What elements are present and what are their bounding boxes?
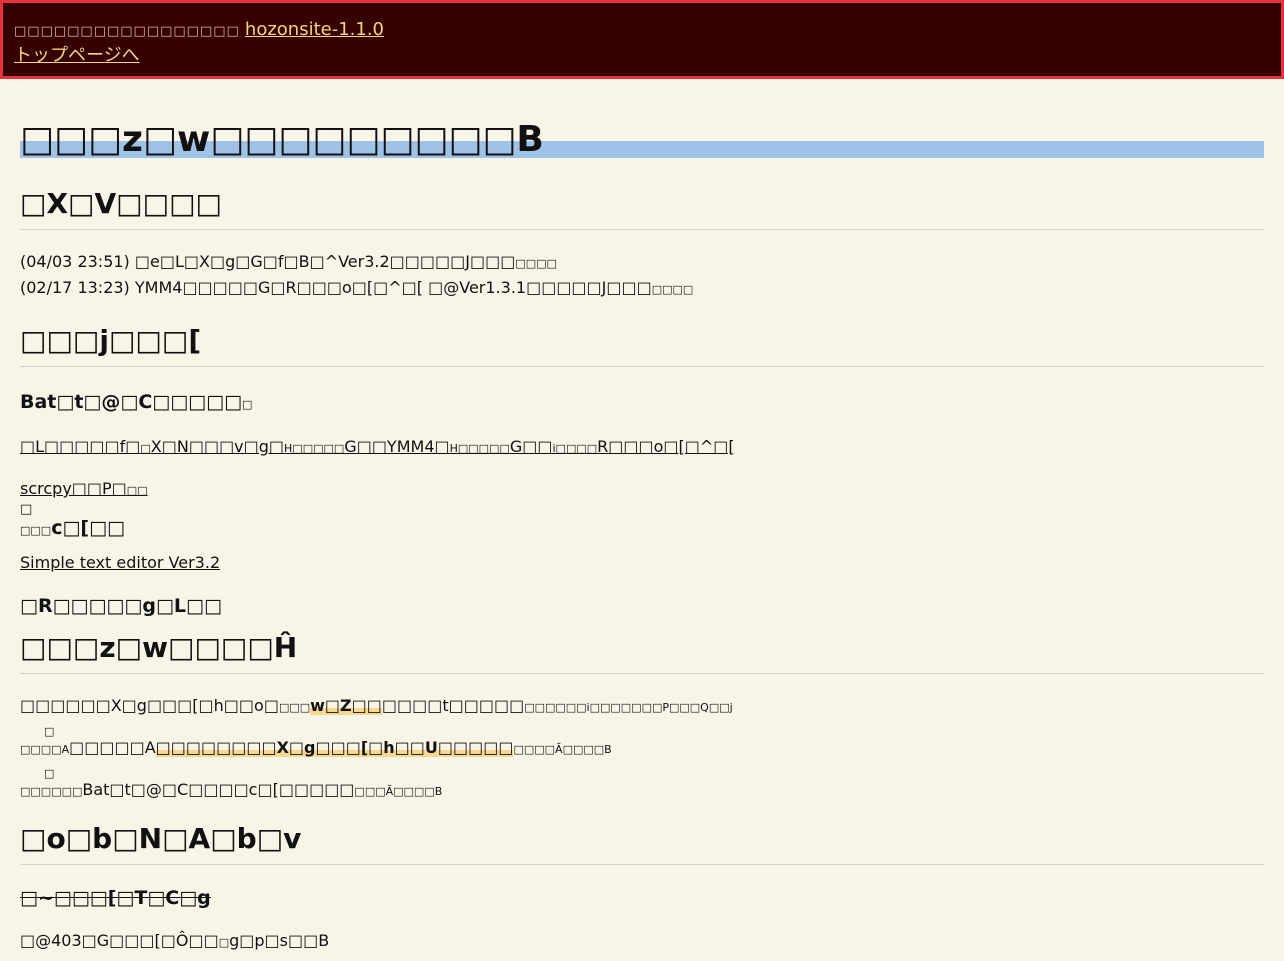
about-text: □□□□□A xyxy=(69,738,156,757)
tools-heading: □□□c□[□□ xyxy=(20,515,125,544)
bat-files-heading: Bat□t□@□C□□□□□□ xyxy=(20,389,1264,418)
about-text-small: □□□□A xyxy=(20,743,70,756)
contact-heading: □R□□□□□g□L□□ xyxy=(20,595,222,617)
about-text-small: □□□□□□P□□□Q□□j xyxy=(600,701,733,714)
highlighted-text: X□g□□□[□h□□U□□□□□ xyxy=(276,738,514,757)
link-text-small: H□□□□□ xyxy=(284,442,345,455)
highlighted-text: □□□□□□□□ xyxy=(155,738,277,757)
backup-note-text: □@403□G□□□[□Ô□□ xyxy=(20,931,219,950)
about-text-small: □□B xyxy=(583,743,612,756)
highlighted-text: w□Z□□ xyxy=(310,696,382,715)
about-line: □ □□□□□□Bat□t□@□C□□□□c□[□□□□□□□□Ă□□□□B xyxy=(20,768,1264,804)
simple-text-editor-link[interactable]: Simple text editor Ver3.2 xyxy=(20,553,220,572)
tools-heading-block: □ □□□c□[□□ xyxy=(20,503,1264,547)
link-text-small: H□□□□□ xyxy=(449,442,510,455)
link-text-small: i□□□□ xyxy=(552,442,598,455)
version-link[interactable]: hozonsite-1.1.0 xyxy=(245,19,384,40)
menu-heading: □□□j□□□[ xyxy=(20,322,1264,367)
bat-files-heading-text: Bat□t□@□C□□□□□ xyxy=(20,391,243,413)
about-text-small: □□□□□□i□ xyxy=(524,701,600,714)
backup-heading: □o□b□N□A□b□v xyxy=(20,820,1264,865)
youtube-scripts-link[interactable]: □L□□□□□f□□X□N□□□v□g□H□□□□□G□□YMM4□H□□□□□… xyxy=(20,437,735,456)
archive-notice: □□□□□□□□□□□□□□□□□ xyxy=(14,24,240,39)
news-item-text: (04/03 23:51) □e□L□X□g□G□f□B□^Ver3.2□□□□… xyxy=(20,252,516,271)
tools-heading-text: c□[□□ xyxy=(51,517,125,539)
link-text: G□□ xyxy=(509,437,553,456)
about-text-small: □□□□□□ xyxy=(20,785,83,798)
link-text-small: □ xyxy=(140,442,151,455)
about-line: □□□□□□X□g□□□[□h□□o□□□□w□Z□□□□□□t□□□□□□□□… xyxy=(20,694,1264,720)
news-list: (04/03 23:51) □e□L□X□g□G□f□B□^Ver3.2□□□□… xyxy=(20,250,1264,302)
menu-link-row: scrcpy□□P□□□ xyxy=(20,477,1264,503)
stray-glyph: □ xyxy=(44,725,55,738)
about-text: □□□□t□□□□□ xyxy=(381,696,525,715)
about-text-small: □□□ xyxy=(278,701,311,714)
news-item-tail: □□□□ xyxy=(515,257,557,270)
news-heading: □X□V□□□□ xyxy=(20,185,1264,230)
about-text-small: □□B xyxy=(413,785,443,798)
about-text: □□□□□□X□g□□□[□h□□o□ xyxy=(20,696,279,715)
news-item-tail: □□□□ xyxy=(651,283,694,296)
link-text-small: □□ xyxy=(126,484,148,497)
page-title-text: □□□z□w□□□□□□□□□B xyxy=(20,119,544,160)
bat-files-heading-tail: □ xyxy=(242,398,253,411)
link-text: G□□YMM4□ xyxy=(344,437,450,456)
backup-note-text: g□p□s□□B xyxy=(229,931,330,950)
tools-heading-small: □□□ xyxy=(20,524,52,537)
link-text: R□□□o□[□^□[ xyxy=(597,437,735,456)
mirror-site-heading: □~□□□[□T□C□g xyxy=(20,887,211,909)
about-line: □ □□□□A□□□□□A□□□□□□□□X□g□□□[□h□□U□□□□□□□… xyxy=(20,726,1264,762)
about-text-small: □□□Ă□□ xyxy=(354,785,414,798)
about-heading: □□□z□w□□□□Ĥ xyxy=(20,629,1264,674)
backup-note-small: □ xyxy=(218,936,230,949)
backup-note: □@403□G□□□[□Ô□□□g□p□s□□B xyxy=(20,929,1264,955)
page-title: □□□z□w□□□□□□□□□B xyxy=(20,117,1264,163)
site-banner: □□□□□□□□□□□□□□□□□ hozonsite-1.1.0 トップページ… xyxy=(0,0,1284,79)
scrcpy-link[interactable]: scrcpy□□P□□□ xyxy=(20,479,148,498)
link-text: □L□□□□□f□ xyxy=(20,437,141,456)
news-item: (02/17 13:23) YMM4□□□□□G□R□□□o□[□^□[ □@V… xyxy=(20,276,1264,302)
news-item: (04/03 23:51) □e□L□X□g□G□f□B□^Ver3.2□□□□… xyxy=(20,250,1264,276)
news-item-text: (02/17 13:23) YMM4□□□□□G□R□□□o□[□^□[ □@V… xyxy=(20,278,652,297)
stray-glyph: □ xyxy=(44,767,55,780)
about-text-small: □□□□Ă□□ xyxy=(513,743,584,756)
link-text: scrcpy□□P□ xyxy=(20,479,127,498)
menu-link-row: Simple text editor Ver3.2 xyxy=(20,551,1264,575)
top-page-link[interactable]: トップページへ xyxy=(14,45,140,66)
link-text: X□N□□□v□g□ xyxy=(150,437,285,456)
about-text: Bat□t□@□C□□□□c□[□□□□□ xyxy=(82,780,355,799)
menu-link-row: □L□□□□□f□□X□N□□□v□g□H□□□□□G□□YMM4□H□□□□□… xyxy=(20,435,1264,461)
main-content: □□□z□w□□□□□□□□□B □X□V□□□□ (04/03 23:51) … xyxy=(0,117,1284,955)
banner-row: □□□□□□□□□□□□□□□□□ hozonsite-1.1.0 xyxy=(14,17,1271,43)
